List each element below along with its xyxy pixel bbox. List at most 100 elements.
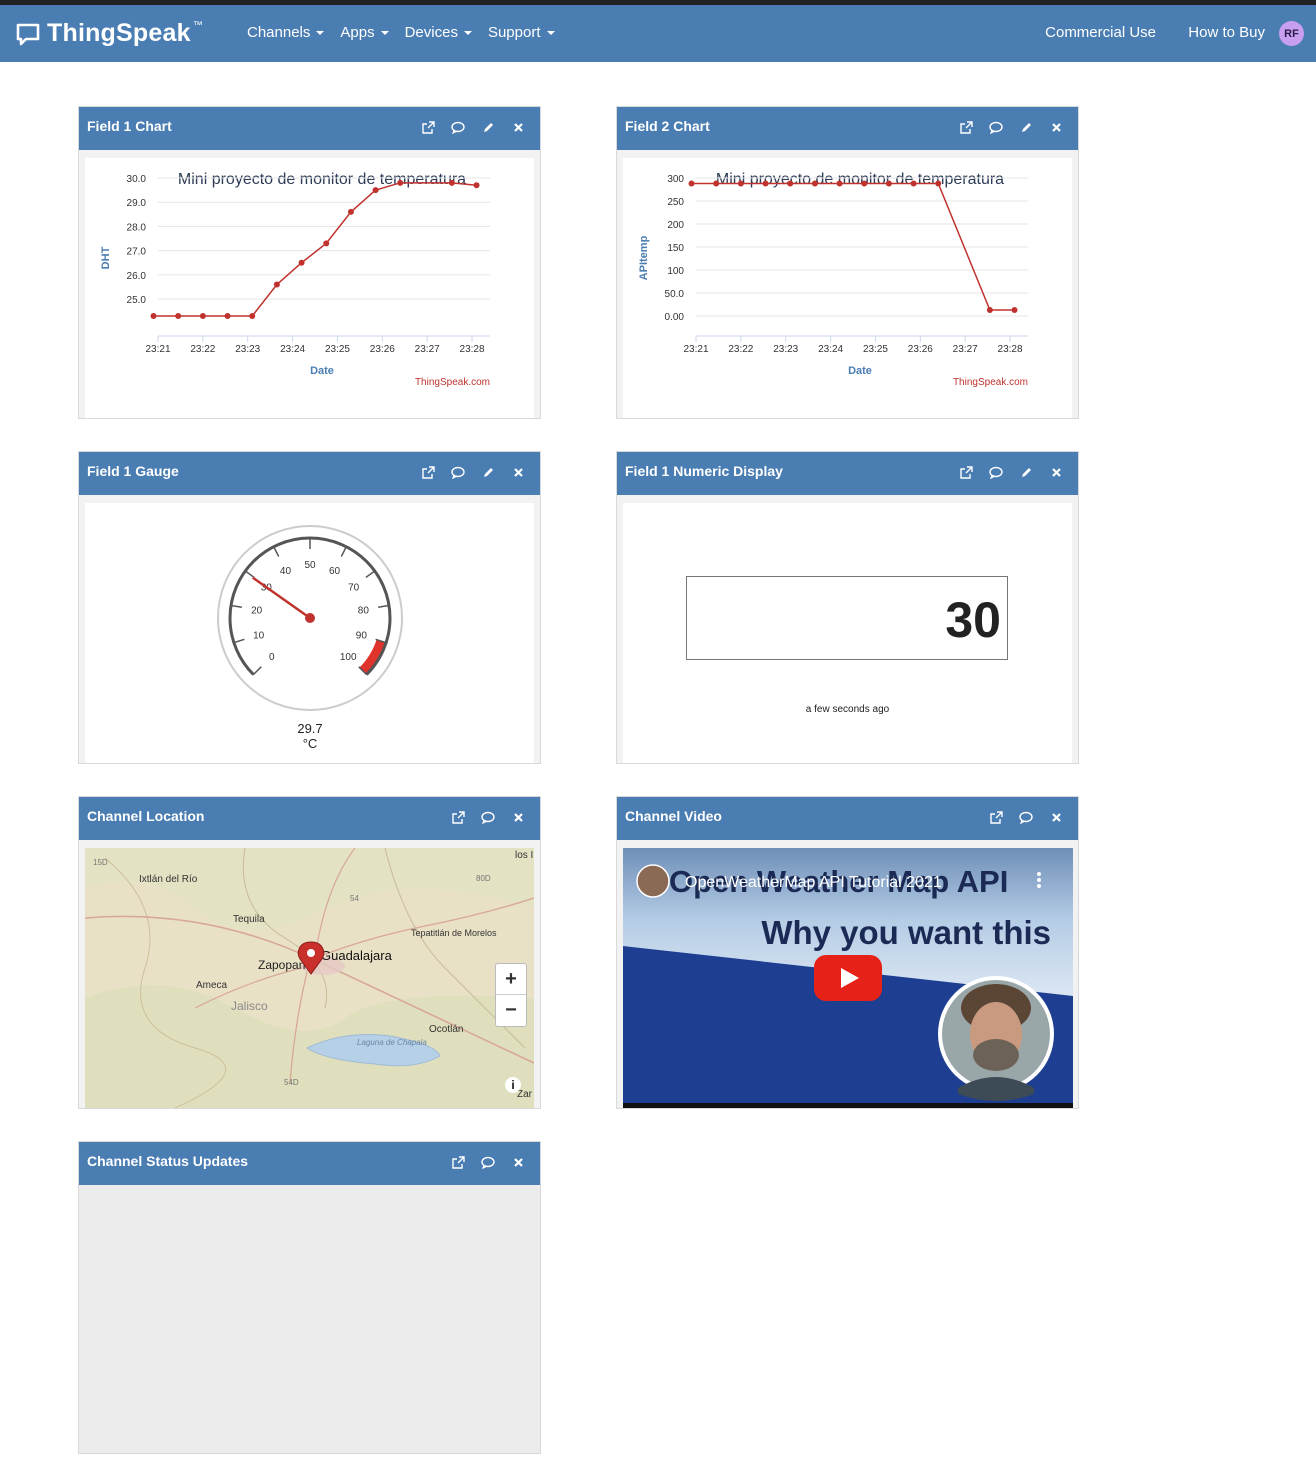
external-link-icon[interactable] [988,809,1004,825]
external-link-icon[interactable] [958,119,974,135]
comment-icon[interactable] [480,1154,496,1170]
close-icon[interactable] [1048,809,1064,825]
data-point [224,313,231,319]
y-tick-label: 250 [667,197,684,208]
panel-title: Field 1 Chart [87,118,172,134]
gauge-needle-hub [305,613,315,623]
numeric-value-box: 30 [686,576,1008,660]
close-icon[interactable] [510,809,526,825]
external-link-icon[interactable] [450,1154,466,1170]
external-link-icon[interactable] [420,464,436,480]
video-thumbnail: Open Weather Map API Why you want this O… [623,848,1073,1108]
comment-icon[interactable] [988,119,1004,135]
panel-title: Channel Location [87,808,205,824]
y-tick-label: 29.0 [127,198,147,209]
channel-avatar[interactable] [636,864,670,898]
gauge-tick-label: 50 [304,560,316,571]
gauge-tick-label: 90 [356,631,368,642]
y-tick-label: 28.0 [127,222,147,233]
x-tick-label: 23:23 [235,344,260,355]
close-icon[interactable] [510,1154,526,1170]
close-icon[interactable] [1048,119,1064,135]
field2-chart-panel: Field 2 Chart Mini proyecto de monitor d… [616,106,1079,419]
top-navbar: ThingSpeak ™ Channels Apps Devices Suppo… [0,5,1316,62]
y-tick-label: 150 [667,243,684,254]
location-map[interactable]: Ixtlán del Río Tequila Zapopan Guadalaja… [85,848,534,1108]
map-label-tepatitlan: Tepatitlán de Morelos [411,928,497,938]
panel-header: Field 1 Chart [79,107,540,150]
panel-actions [450,1154,526,1170]
youtube-play-button[interactable] [814,955,882,1001]
comment-icon[interactable] [450,464,466,480]
data-point [885,180,892,187]
zoom-out-button[interactable]: − [496,995,526,1025]
comment-icon[interactable] [1018,809,1034,825]
nav-menu: Channels Apps Devices Support [247,24,571,41]
x-tick-label: 23:22 [728,344,753,355]
map-label-jalisco: Jalisco [231,999,268,1013]
y-tick-label: 50.0 [665,289,685,300]
map-label-ocotlan: Ocotlán [429,1024,463,1035]
chart-title: Mini proyecto de monitor de temperatura [178,171,466,188]
y-tick-label: 27.0 [127,247,147,258]
pencil-icon[interactable] [480,464,496,480]
data-point [762,180,769,187]
x-tick-label: 23:22 [190,344,215,355]
data-point [372,187,379,194]
nav-apps-dropdown[interactable]: Apps [340,24,389,41]
x-tick-label: 23:24 [280,344,305,355]
data-point [713,180,720,187]
more-options-icon[interactable] [1037,872,1041,888]
pencil-icon[interactable] [1018,119,1034,135]
brand-logo[interactable]: ThingSpeak ™ [15,19,203,48]
nav-channels-dropdown[interactable]: Channels [247,24,325,41]
video-subtitle: Why you want this [761,914,1051,951]
panel-header: Field 2 Chart [617,107,1078,150]
field1-gauge-panel: Field 1 Gauge 0102030405060708090100 29.… [78,451,541,764]
x-tick-label: 23:28 [460,344,485,355]
y-tick-label: 26.0 [127,271,147,282]
gauge-tick-label: 70 [348,582,360,593]
numeric-value: 30 [945,592,1001,648]
zoom-in-button[interactable]: + [496,964,526,995]
comment-icon[interactable] [988,464,1004,480]
close-icon[interactable] [510,119,526,135]
x-tick-label: 23:28 [998,344,1023,355]
x-tick-label: 23:24 [818,344,843,355]
data-point [688,180,695,187]
comment-icon[interactable] [480,809,496,825]
panel-title: Field 2 Chart [625,118,710,134]
nav-devices-dropdown[interactable]: Devices [405,24,472,41]
field1-line-chart: Mini proyecto de monitor de temperatura 2… [100,171,490,388]
comment-icon[interactable] [450,119,466,135]
chart-body: Mini proyecto de monitor de temperatura 2… [85,158,534,418]
caret-down-icon [316,30,325,35]
pencil-icon[interactable] [1018,464,1034,480]
x-tick-label: 23:26 [908,344,933,355]
x-tick-label: 23:27 [953,344,978,355]
close-icon[interactable] [1048,464,1064,480]
nav-how-to-buy-link[interactable]: How to Buy [1188,24,1281,41]
y-tick-label: 100 [667,266,684,277]
x-tick-label: 23:23 [773,344,798,355]
chart-body: Mini proyecto de monitor de temperatura 0… [623,158,1072,418]
user-avatar[interactable]: RF [1279,21,1304,46]
external-link-icon[interactable] [958,464,974,480]
external-link-icon[interactable] [420,119,436,135]
y-tick-label: 200 [667,220,684,231]
y-axis-label: DHT [100,246,112,269]
data-point [150,313,157,319]
chart-credit: ThingSpeak.com [953,377,1028,388]
gauge-tick-label: 100 [340,652,357,663]
nav-commercial-use-link[interactable]: Commercial Use [1045,24,1172,41]
external-link-icon[interactable] [450,809,466,825]
data-point [175,313,182,319]
nav-support-label: Support [487,24,541,41]
nav-support-dropdown[interactable]: Support [488,24,555,41]
pencil-icon[interactable] [480,119,496,135]
close-icon[interactable] [510,464,526,480]
chart-title: Mini proyecto de monitor de temperatura [716,171,1004,188]
video-channel-title[interactable]: OpenWeatherMap API Tutorial 2021 [685,874,942,891]
x-tick-label: 23:25 [325,344,350,355]
video-player[interactable]: Open Weather Map API Why you want this O… [623,848,1073,1108]
